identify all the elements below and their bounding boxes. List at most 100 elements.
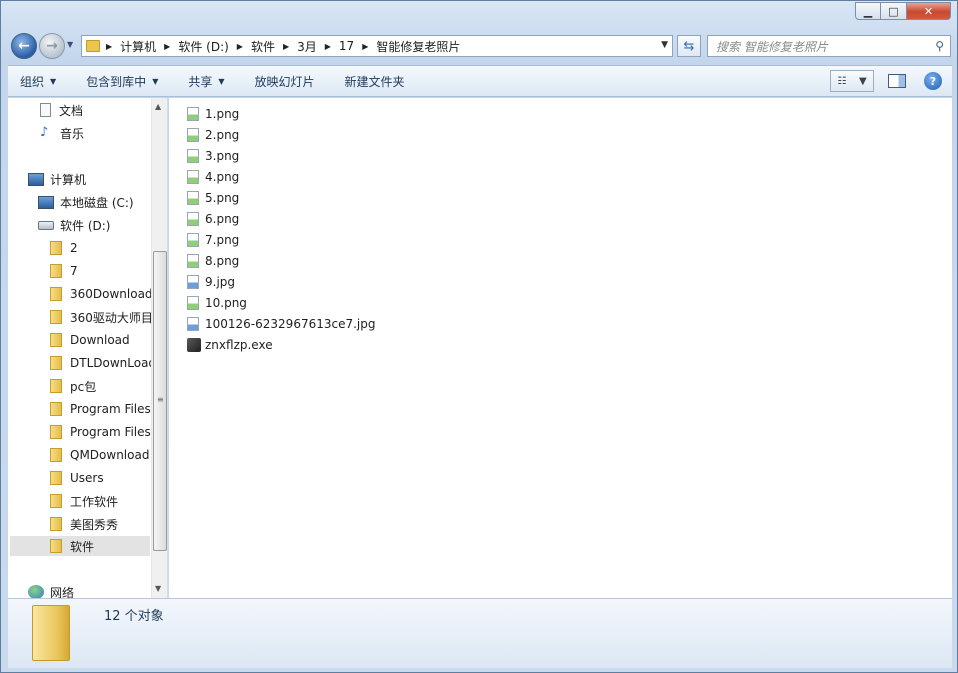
chevron-right-icon: ▶ [106,41,113,51]
file-item[interactable]: 2.png [187,125,239,145]
png-file-icon [187,212,199,226]
document-icon [40,103,51,117]
folder-icon [50,425,62,439]
breadcrumb-march[interactable]: ▶ 3月 [283,38,317,55]
file-item[interactable]: 10.png [187,293,247,313]
nav-folder-selected[interactable]: 软件 [10,536,150,556]
refresh-button[interactable]: ⇆ [677,35,701,57]
nav-folder[interactable]: 美图秀秀 [50,514,118,534]
window-controls: ▁ □ ✕ [855,2,951,20]
folder-icon [86,40,100,52]
file-item[interactable]: 4.png [187,167,239,187]
file-list: 1.png 2.png 3.png 4.png 5.png 6.png 7.pn… [169,98,952,598]
folder-icon [50,310,62,324]
new-folder-button[interactable]: 新建文件夹 [345,73,405,90]
nav-folder[interactable]: pc包 [50,376,96,396]
slideshow-button[interactable]: 放映幻灯片 [255,73,315,90]
item-count: 12 个对象 [104,609,164,624]
folder-icon [50,494,62,508]
chevron-right-icon: ▶ [236,41,243,51]
chevron-right-icon: ▶ [164,41,171,51]
nav-folder[interactable]: 工作软件 [50,491,118,511]
arrow-left-icon: ← [18,38,30,54]
minimize-button[interactable]: ▁ [855,2,881,20]
scroll-down-icon[interactable]: ▼ [155,584,161,593]
search-input[interactable]: 搜索 智能修复老照片 ⚲ [707,35,951,57]
folder-icon [50,379,62,393]
nav-folder[interactable]: 360Download [50,284,153,304]
nav-folder[interactable]: 2 [50,238,78,258]
file-item[interactable]: znxflzp.exe [187,335,273,355]
command-toolbar: 组织 ▼ 包含到库中 ▼ 共享 ▼ 放映幻灯片 新建文件夹 ☷ ▼ ? [8,65,952,97]
music-icon: ♪ [40,125,49,140]
nav-folder[interactable]: DTLDownLoad [50,353,156,373]
png-file-icon [187,296,199,310]
local-disk-icon [38,195,54,209]
breadcrumb-current-folder[interactable]: ▶ 智能修复老照片 [362,38,460,55]
folder-icon [50,264,62,278]
nav-item-network[interactable]: 网络 [28,582,74,598]
chevron-right-icon: ▶ [324,41,331,51]
forward-button[interactable]: → [39,33,65,59]
refresh-icon: ⇆ [683,38,695,54]
help-button[interactable]: ? [924,72,942,90]
nav-item-documents[interactable]: 文档 [40,100,83,120]
nav-folder[interactable]: Download [50,330,130,350]
breadcrumb-17[interactable]: ▶ 17 [325,39,354,53]
png-file-icon [187,233,199,247]
address-dropdown[interactable]: ▼ [661,40,668,50]
png-file-icon [187,254,199,268]
network-icon [28,585,44,598]
drive-icon [38,220,54,230]
nav-item-drive-c[interactable]: 本地磁盘 (C:) [38,192,134,212]
folder-icon [50,517,62,531]
file-item[interactable]: 3.png [187,146,239,166]
maximize-button[interactable]: □ [881,2,907,20]
jpg-file-icon [187,317,199,331]
change-view-button[interactable]: ☷ ▼ [830,70,874,92]
file-item[interactable]: 8.png [187,251,239,271]
caret-down-icon: ▼ [858,75,867,87]
breadcrumb-software[interactable]: ▶ 软件 [237,38,275,55]
png-file-icon [187,128,199,142]
png-file-icon [187,107,199,121]
nav-folder[interactable]: Program Files [50,399,151,419]
folder-icon [50,448,62,462]
close-button[interactable]: ✕ [907,2,951,20]
file-item[interactable]: 6.png [187,209,239,229]
organize-menu[interactable]: 组织 ▼ [20,73,56,90]
nav-scrollbar[interactable]: ▲ ≡ ▼ [151,98,167,598]
file-item[interactable]: 1.png [187,104,239,124]
toolbar-right: ☷ ▼ ? [830,70,942,92]
file-item[interactable]: 7.png [187,230,239,250]
breadcrumb-computer[interactable]: ▶ 计算机 [106,38,156,55]
nav-item-music[interactable]: ♪ 音乐 [40,123,84,143]
folder-icon [50,241,62,255]
jpg-file-icon [187,275,199,289]
breadcrumb-drive-d[interactable]: ▶ 软件 (D:) [164,38,229,55]
address-row: ← → ▼ ▶ 计算机 ▶ 软件 (D:) ▶ 软件 ▶ 3月 ▶ 17 ▶ 智能修复老照片… [9,31,951,61]
recent-pages-dropdown[interactable]: ▼ [67,40,73,49]
file-item[interactable]: 9.jpg [187,272,235,292]
address-bar[interactable]: ▶ 计算机 ▶ 软件 (D:) ▶ 软件 ▶ 3月 ▶ 17 ▶ 智能修复老照片 ▼ [81,35,673,57]
file-item[interactable]: 100126-6232967613ce7.jpg [187,314,375,334]
scroll-up-icon[interactable]: ▲ [155,102,161,111]
share-menu[interactable]: 共享 ▼ [188,73,224,90]
nav-folder[interactable]: 360驱动大师目 [50,307,153,327]
nav-folder[interactable]: 7 [50,261,78,281]
exe-file-icon [187,338,201,352]
preview-pane-button[interactable] [888,74,906,88]
scrollbar-thumb[interactable]: ≡ [153,251,167,551]
nav-folder[interactable]: QMDownload [50,445,149,465]
file-item[interactable]: 5.png [187,188,239,208]
include-library-menu[interactable]: 包含到库中 ▼ [86,73,158,90]
nav-folder[interactable]: Users [50,468,104,488]
nav-item-computer[interactable]: 计算机 [28,169,86,189]
png-file-icon [187,170,199,184]
chevron-right-icon: ▶ [282,41,290,51]
nav-item-drive-d[interactable]: 软件 (D:) [38,215,110,235]
details-pane: 12 个对象 [8,598,952,668]
computer-icon [28,172,44,186]
back-button[interactable]: ← [11,33,37,59]
nav-folder[interactable]: Program Files [50,422,151,442]
